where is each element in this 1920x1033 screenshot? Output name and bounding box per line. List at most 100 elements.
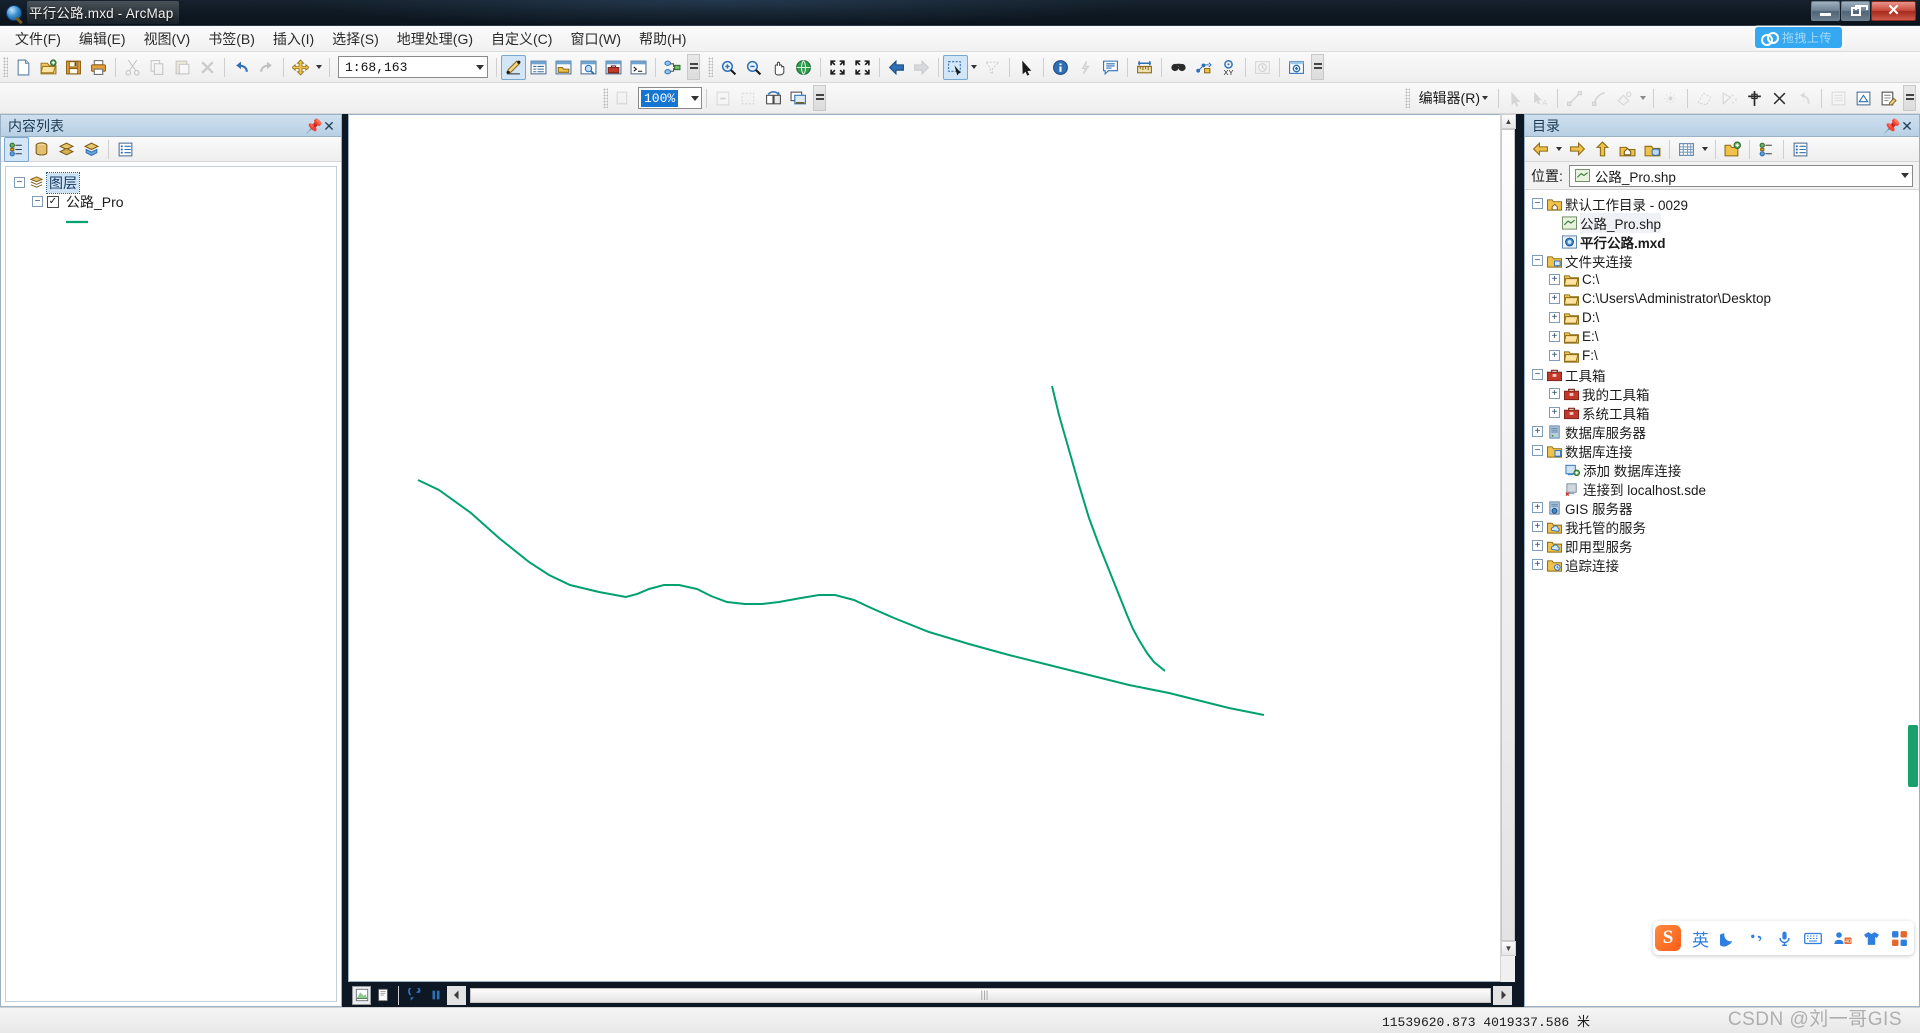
- expand-icon[interactable]: +: [1532, 521, 1543, 532]
- catalog-item-drive-e[interactable]: + E:\: [1527, 327, 1917, 346]
- menu-help[interactable]: 帮助(H): [630, 26, 695, 52]
- expand-icon[interactable]: +: [1549, 274, 1560, 285]
- collapse-icon[interactable]: −: [1532, 369, 1543, 380]
- catalog-location-combo[interactable]: 公路_Pro.shp: [1568, 164, 1913, 187]
- data-view-button[interactable]: [352, 985, 371, 1005]
- undo-edit-button[interactable]: [1792, 86, 1817, 111]
- find-route-button[interactable]: [1191, 55, 1216, 80]
- map-vscroll-thumb[interactable]: [1501, 129, 1515, 941]
- map-view-canvas[interactable]: [348, 114, 1515, 982]
- catalog-item-desktop-folder[interactable]: + C:\Users\Administrator\Desktop: [1527, 289, 1917, 308]
- toolbar-grip[interactable]: [708, 57, 713, 77]
- catalog-item-toolboxes[interactable]: − 工具箱: [1527, 365, 1917, 384]
- catalog-options-button[interactable]: [1788, 137, 1813, 162]
- catalog-home-button[interactable]: [1615, 137, 1640, 162]
- catalog-item-ready-to-use-services[interactable]: + 即用型服务: [1527, 536, 1917, 555]
- menu-bookmarks[interactable]: 书签(B): [199, 26, 264, 52]
- scroll-up-arrow[interactable]: ▲: [1501, 114, 1516, 129]
- sogou-logo-icon[interactable]: S: [1655, 925, 1681, 951]
- zoom-out-button[interactable]: [741, 55, 766, 80]
- catalog-back-button[interactable]: [1528, 137, 1553, 162]
- select-features-button[interactable]: [943, 54, 968, 80]
- catalog-item-gis-servers[interactable]: + GIS 服务器: [1527, 498, 1917, 517]
- list-by-selection-button[interactable]: [79, 137, 104, 162]
- minimize-button[interactable]: [1811, 1, 1840, 21]
- toc-options-button[interactable]: [113, 137, 138, 162]
- catalog-up-one-level-button[interactable]: [1590, 137, 1615, 162]
- create-viewer-button[interactable]: [1284, 55, 1309, 80]
- split-tool-button[interactable]: [1742, 86, 1767, 111]
- close-icon[interactable]: ✕: [1899, 119, 1915, 133]
- close-icon[interactable]: ✕: [321, 119, 337, 133]
- editor-menu-label[interactable]: 编辑器(R): [1413, 88, 1482, 108]
- midpoint-button[interactable]: [1658, 86, 1683, 111]
- redo-button[interactable]: [254, 55, 279, 80]
- chevron-down-icon[interactable]: [1482, 96, 1488, 100]
- collapse-icon[interactable]: −: [1532, 445, 1543, 456]
- print-map-button[interactable]: [86, 55, 111, 80]
- menu-customize[interactable]: 自定义(C): [482, 26, 561, 52]
- zoom-in-button[interactable]: [716, 55, 741, 80]
- maximize-button[interactable]: [1841, 1, 1870, 21]
- fixed-zoom-out-button[interactable]: [850, 55, 875, 80]
- add-data-dropdown[interactable]: [313, 55, 325, 80]
- refresh-view-button[interactable]: [405, 986, 424, 1005]
- menu-geoprocessing[interactable]: 地理处理(G): [388, 26, 482, 52]
- catalog-forward-button[interactable]: [1565, 137, 1590, 162]
- scroll-down-arrow[interactable]: ▼: [1501, 941, 1516, 956]
- copy-button[interactable]: [145, 55, 170, 80]
- catalog-item-drive-f[interactable]: + F:\: [1527, 346, 1917, 365]
- catalog-back-dropdown[interactable]: [1553, 137, 1565, 162]
- catalog-item-my-toolboxes[interactable]: + 我的工具箱: [1527, 384, 1917, 403]
- catalog-item-localhost-sde[interactable]: 连接到 localhost.sde: [1527, 479, 1917, 498]
- toolbar-grip[interactable]: [3, 57, 8, 77]
- html-popup-button[interactable]: [1098, 55, 1123, 80]
- expand-icon[interactable]: +: [1532, 426, 1543, 437]
- search-window-button[interactable]: [576, 55, 601, 80]
- toc-layer-node[interactable]: − ✓ 公路_Pro: [10, 192, 332, 211]
- catalog-item-drive-c[interactable]: + C:\: [1527, 270, 1917, 289]
- table-of-contents-button[interactable]: [526, 55, 551, 80]
- trace-dropdown[interactable]: [1637, 86, 1649, 111]
- arctoolbox-button[interactable]: [601, 55, 626, 80]
- catalog-item-drive-d[interactable]: + D:\: [1527, 308, 1917, 327]
- catalog-item-tracking-connections[interactable]: + 追踪连接: [1527, 555, 1917, 574]
- list-by-visibility-button[interactable]: [54, 137, 79, 162]
- menu-window[interactable]: 窗口(W): [561, 26, 630, 52]
- moon-icon[interactable]: [1720, 930, 1737, 947]
- keyboard-icon[interactable]: [1804, 930, 1822, 947]
- menu-view[interactable]: 视图(V): [135, 26, 200, 52]
- measure-button[interactable]: [1132, 55, 1157, 80]
- end-point-arc-segment-button[interactable]: [1587, 86, 1612, 111]
- rotate-graphics-button[interactable]: [761, 86, 786, 111]
- sketch-properties-button[interactable]: [1851, 86, 1876, 111]
- zoom-percent-combo[interactable]: 100%: [638, 87, 702, 109]
- scroll-left-button[interactable]: [447, 985, 466, 1005]
- layout-view-button[interactable]: [373, 986, 392, 1005]
- modelbuilder-button[interactable]: [660, 55, 685, 80]
- undo-button[interactable]: [229, 55, 254, 80]
- display-graphics-button[interactable]: [786, 86, 811, 111]
- select-elements-button[interactable]: [1014, 55, 1039, 80]
- catalog-item-system-toolboxes[interactable]: + 系统工具箱: [1527, 403, 1917, 422]
- hyperlink-button[interactable]: [1073, 55, 1098, 80]
- toolbar-overflow-3[interactable]: [813, 85, 826, 111]
- catalog-item-shapefile[interactable]: 公路_Pro.shp: [1527, 212, 1917, 233]
- find-button[interactable]: [1166, 55, 1191, 80]
- expand-icon[interactable]: +: [1549, 312, 1560, 323]
- cut-button[interactable]: [120, 55, 145, 80]
- expand-icon[interactable]: +: [1549, 350, 1560, 361]
- expand-icon[interactable]: +: [1549, 407, 1560, 418]
- catalog-item-my-hosted-services[interactable]: + 我托管的服务: [1527, 517, 1917, 536]
- python-window-button[interactable]: [626, 55, 651, 80]
- microphone-icon[interactable]: [1776, 930, 1793, 947]
- catalog-item-folder-connections[interactable]: − 文件夹连接: [1527, 251, 1917, 270]
- catalog-scroll-indicator[interactable]: [1908, 725, 1918, 787]
- trace-button[interactable]: [1612, 86, 1637, 111]
- editor-toolbar-grip[interactable]: [1404, 88, 1410, 108]
- rotate-tool-button[interactable]: [1767, 86, 1792, 111]
- toolbar-overflow-2[interactable]: [1311, 54, 1324, 80]
- scroll-right-button[interactable]: [1493, 985, 1512, 1005]
- open-map-button[interactable]: [36, 55, 61, 80]
- new-map-button[interactable]: [11, 55, 36, 80]
